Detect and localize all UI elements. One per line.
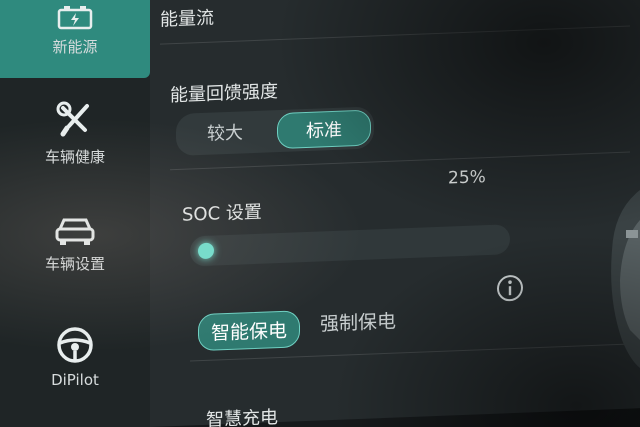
sidebar-item-label: 车辆健康 xyxy=(44,148,105,166)
infotainment-screen: 新能源 车辆健康 车辆设置 DiPilot 能量流 能量回馈强度 较大 标准 S… xyxy=(0,0,640,427)
smart-power-save-button[interactable]: 智能保电 xyxy=(198,310,301,352)
regen-strength-title: 能量回馈强度 xyxy=(170,81,278,107)
sidebar-item-label: DiPilot xyxy=(51,371,99,389)
divider xyxy=(170,151,630,171)
sidebar-item-vehicle-health[interactable]: 车辆健康 xyxy=(0,100,150,170)
sidebar-item-label: 车辆设置 xyxy=(44,255,105,273)
regen-option-standard[interactable]: 标准 xyxy=(277,109,371,150)
divider xyxy=(160,25,630,45)
forced-power-save-button[interactable]: 强制保电 xyxy=(308,302,408,341)
soc-percent-value: 25% xyxy=(448,167,486,189)
energy-flow-title[interactable]: 能量流 xyxy=(160,4,214,32)
steering-wheel-icon xyxy=(57,327,93,363)
battery-icon xyxy=(57,6,93,30)
tools-icon xyxy=(56,101,89,137)
smart-charging-title[interactable]: 智慧充电 xyxy=(206,403,278,427)
soc-slider-track[interactable] xyxy=(190,224,510,267)
soc-setting-title: SOC 设置 xyxy=(182,201,262,226)
car-icon xyxy=(55,218,95,245)
regen-strength-segmented-control: 较大 标准 xyxy=(176,106,374,157)
regen-option-large[interactable]: 较大 xyxy=(179,113,271,153)
sidebar-item-label: 新能源 xyxy=(52,38,98,56)
sidebar: 新能源 车辆健康 车辆设置 DiPilot xyxy=(0,0,150,427)
sidebar-item-vehicle-settings[interactable]: 车辆设置 xyxy=(0,215,150,285)
info-icon[interactable] xyxy=(496,274,524,303)
settings-panel: 能量流 能量回馈强度 较大 标准 SOC 设置 25% 智能保电 强制保电 智慧… xyxy=(150,0,640,427)
sidebar-item-dipilot[interactable]: DiPilot xyxy=(0,325,150,395)
vehicle-image xyxy=(611,190,640,368)
sidebar-item-new-energy[interactable]: 新能源 xyxy=(0,0,150,78)
